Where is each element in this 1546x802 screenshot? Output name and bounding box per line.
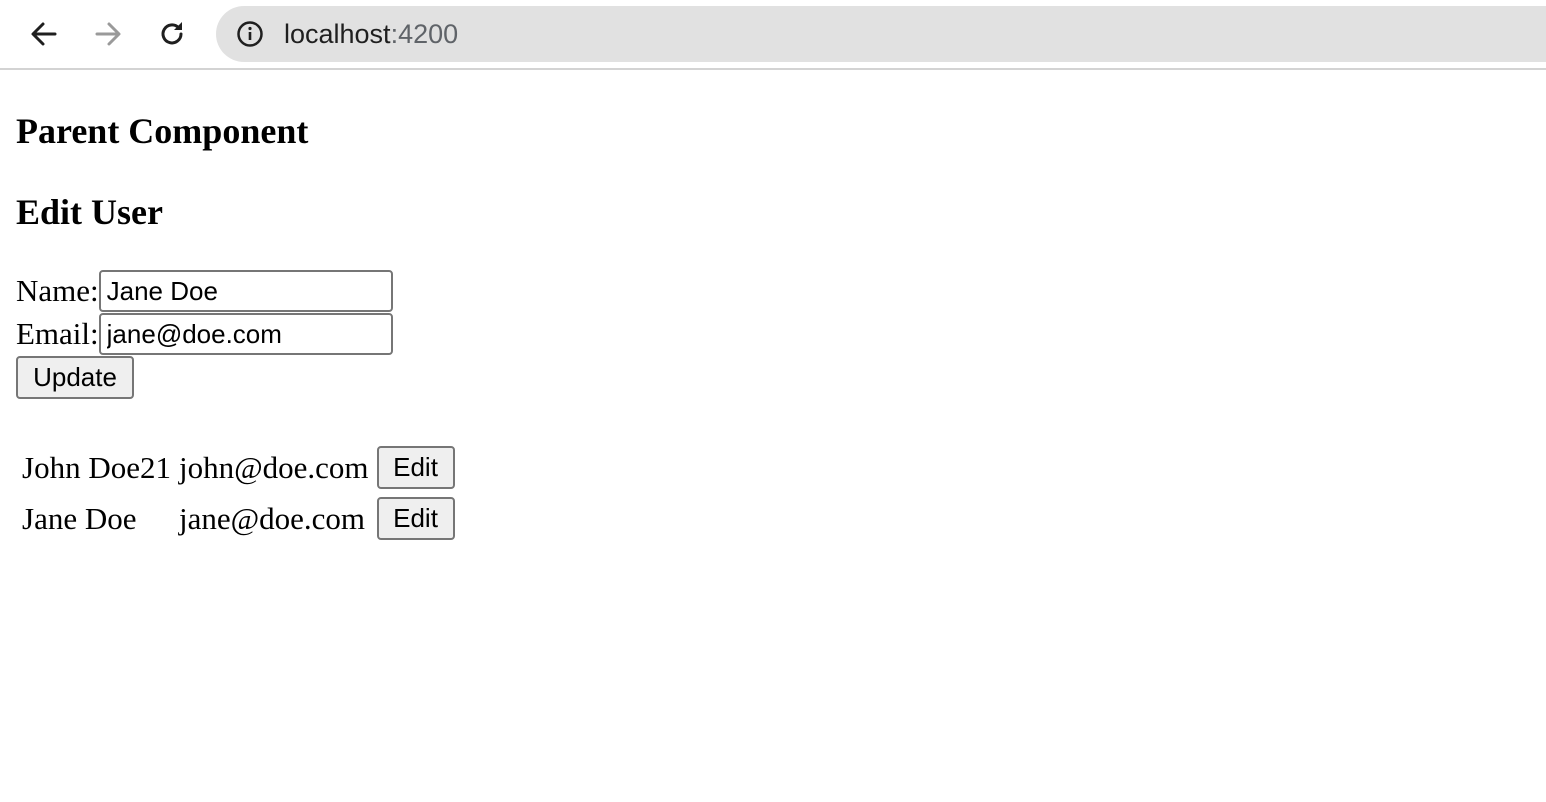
user-name-cell: John Doe21 — [22, 449, 171, 485]
email-input[interactable] — [98, 313, 393, 355]
url-port: :4200 — [390, 19, 459, 49]
edit-user-heading: Edit User — [16, 192, 163, 232]
info-icon[interactable] — [236, 20, 264, 48]
address-bar[interactable]: localhost:4200 — [216, 6, 1546, 62]
user-name-cell: Jane Doe — [22, 500, 137, 536]
edit-cell: Edit — [375, 495, 457, 542]
url-host: localhost — [284, 19, 391, 49]
back-button[interactable] — [24, 14, 64, 54]
browser-toolbar: localhost:4200 — [0, 0, 1546, 70]
name-row: Name: — [16, 270, 393, 312]
arrow-left-icon — [29, 19, 59, 49]
arrow-right-icon — [93, 19, 123, 49]
reload-icon — [157, 19, 187, 49]
forward-button[interactable] — [88, 14, 128, 54]
email-label: Email: — [16, 316, 99, 351]
edit-cell: Edit — [375, 444, 457, 491]
user-email-cell: jane@doe.com — [178, 500, 366, 536]
update-button[interactable]: Update — [16, 356, 134, 399]
user-table: John Doe21 john@doe.com Edit Jane Doe ja… — [16, 440, 461, 546]
edit-button[interactable]: Edit — [376, 446, 455, 489]
name-label: Name: — [16, 273, 99, 308]
user-email-cell: john@doe.com — [178, 449, 369, 485]
page-title: Parent Component — [16, 111, 309, 151]
name-input[interactable] — [98, 270, 393, 312]
reload-button[interactable] — [152, 14, 192, 54]
table-row: Jane Doe jane@doe.com Edit — [20, 495, 457, 542]
edit-button[interactable]: Edit — [376, 497, 455, 540]
table-row: John Doe21 john@doe.com Edit — [20, 444, 457, 491]
url-text[interactable]: localhost:4200 — [284, 20, 458, 48]
email-row: Email: — [16, 313, 393, 355]
